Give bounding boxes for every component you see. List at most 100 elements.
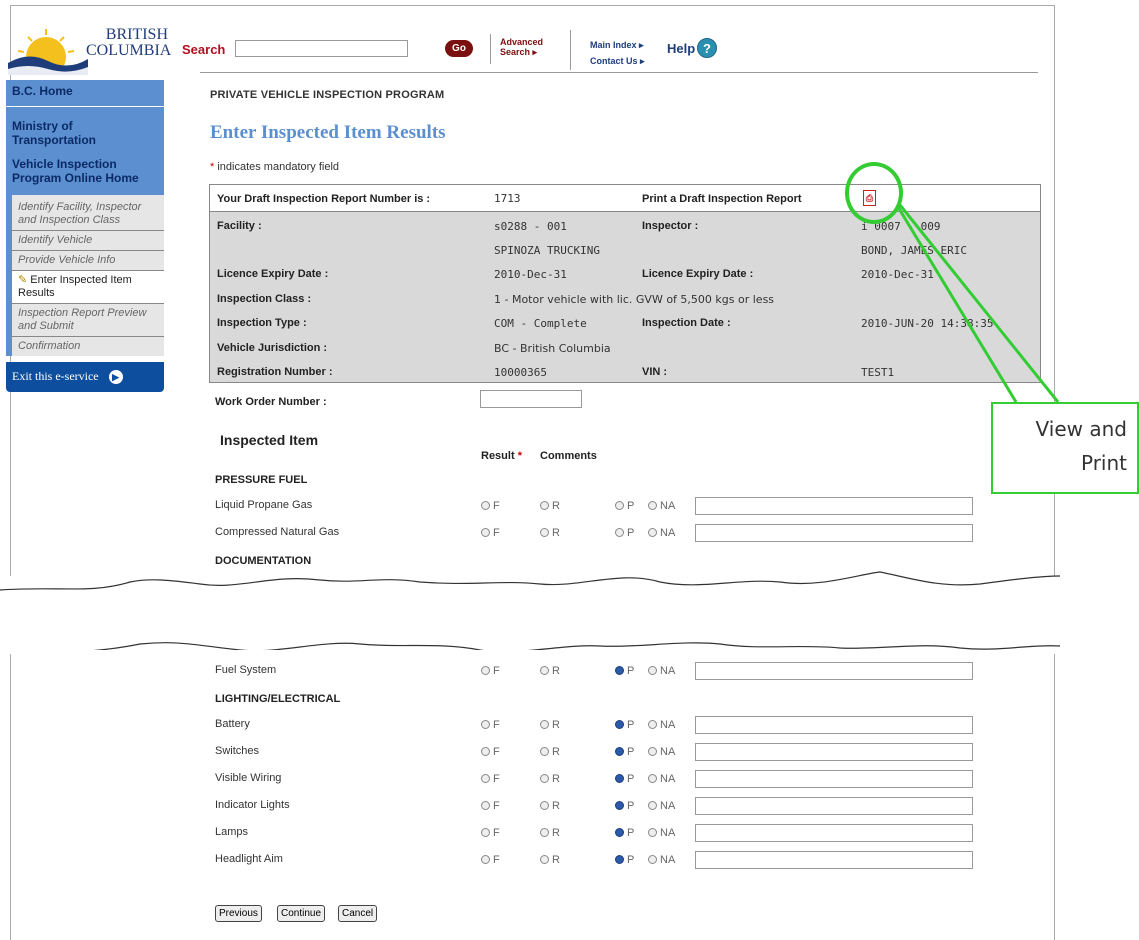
radio-dot-icon [481,801,490,810]
comment-input[interactable] [695,770,973,788]
result-radio-f[interactable]: F [481,746,500,758]
step-confirmation[interactable]: Confirmation [12,337,164,356]
result-radio-na[interactable]: NA [648,827,675,839]
radio-label: R [552,527,560,539]
result-radio-f[interactable]: F [481,527,500,539]
result-radio-r[interactable]: R [540,773,560,785]
result-radio-na[interactable]: NA [648,500,675,512]
exit-label: Exit this e-service [12,369,99,383]
inspection-item-row: Compressed Natural Gas F R P NA [215,523,985,543]
advanced-search-link[interactable]: Advanced Search ▸ [500,37,543,57]
inspection-item-row: Lamps F R P NA [215,823,985,843]
radio-label: F [493,527,500,539]
radio-label: P [627,500,635,512]
radio-label: F [493,665,500,677]
contact-us-link[interactable]: Contact Us ▸ [590,56,645,67]
result-radio-f[interactable]: F [481,500,500,512]
result-radio-f[interactable]: F [481,665,500,677]
continue-button[interactable]: Continue [277,905,326,922]
result-radio-r[interactable]: R [540,746,560,758]
result-radio-p[interactable]: P [615,854,634,866]
comment-input[interactable] [695,716,973,734]
step-provide-vehicle-info[interactable]: Provide Vehicle Info [12,251,164,271]
registration-value: 10000365 [494,366,547,379]
result-radio-na[interactable]: NA [648,719,675,731]
result-radio-r[interactable]: R [540,719,560,731]
radio-label: NA [660,527,676,539]
step-enter-inspected-items[interactable]: ✎ Enter Inspected Item Results [12,271,164,304]
page-title: Enter Inspected Item Results [210,122,446,143]
help-link[interactable]: Help [667,41,695,56]
result-radio-p[interactable]: P [615,500,634,512]
sun-mountain-logo-icon [8,29,88,77]
result-radio-f[interactable]: F [481,827,500,839]
result-radio-p[interactable]: P [615,773,634,785]
result-radio-p[interactable]: P [615,746,634,758]
sidebar-link-bc-home[interactable]: B.C. Home [6,80,164,107]
result-radio-na[interactable]: NA [648,746,675,758]
work-order-input[interactable] [480,390,582,408]
result-radio-f[interactable]: F [481,854,500,866]
comment-input[interactable] [695,851,973,869]
comment-input[interactable] [695,824,973,842]
comment-input[interactable] [695,662,973,680]
result-radio-p[interactable]: P [615,665,634,677]
result-radio-f[interactable]: F [481,719,500,731]
arrow-right-icon: ▶ [108,370,123,384]
jurisdiction-value: BC - British Columbia [494,342,611,355]
work-order-label: Work Order Number : [215,396,327,408]
result-radio-r[interactable]: R [540,500,560,512]
radio-dot-icon [615,855,624,864]
result-radio-p[interactable]: P [615,800,634,812]
inspection-item-row: Indicator Lights F R P NA [215,796,985,816]
radio-dot-icon [648,828,657,837]
facility-licence-value: 2010-Dec-31 [494,268,567,281]
search-input[interactable] [235,40,408,57]
facility-label: Facility : [217,220,262,232]
result-radio-r[interactable]: R [540,665,560,677]
result-radio-r[interactable]: R [540,854,560,866]
comment-input[interactable] [695,797,973,815]
inspection-item-label: Compressed Natural Gas [215,526,340,538]
report-number-label: Your Draft Inspection Report Number is : [217,193,431,205]
advanced-line2: Search ▸ [500,47,538,57]
comment-input[interactable] [695,524,973,542]
radio-label: R [552,800,560,812]
radio-dot-icon [648,720,657,729]
result-radio-r[interactable]: R [540,800,560,812]
result-radio-p[interactable]: P [615,527,634,539]
radio-dot-icon [648,666,657,675]
result-radio-na[interactable]: NA [648,854,675,866]
result-radio-na[interactable]: NA [648,800,675,812]
cancel-button[interactable]: Cancel [338,905,378,922]
step-identify-facility[interactable]: Identify Facility, Inspector and Inspect… [12,195,164,231]
comment-input[interactable] [695,743,973,761]
step-report-preview[interactable]: Inspection Report Preview and Submit [12,304,164,337]
radio-label: P [627,827,635,839]
result-radio-na[interactable]: NA [648,773,675,785]
result-radio-p[interactable]: P [615,827,634,839]
result-radio-r[interactable]: R [540,527,560,539]
result-radio-f[interactable]: F [481,800,500,812]
exit-eservice-button[interactable]: Exit this e-service ▶ [6,362,164,392]
callout-line2: Print [1080,451,1127,475]
radio-dot-icon [481,747,490,756]
previous-button[interactable]: Previous [215,905,262,922]
sidebar-link-ministry[interactable]: Ministry of Transportation [6,107,164,155]
radio-dot-icon [540,774,549,783]
go-button[interactable]: Go [445,40,473,57]
result-radio-f[interactable]: F [481,773,500,785]
comment-input[interactable] [695,497,973,515]
result-radio-p[interactable]: P [615,719,634,731]
result-radio-na[interactable]: NA [648,665,675,677]
search-label: Search [182,42,226,57]
result-radio-na[interactable]: NA [648,527,675,539]
sidebar-link-vip-home[interactable]: Vehicle Inspection Program Online Home [6,155,164,195]
help-icon[interactable]: ? [697,38,717,58]
radio-label: F [493,719,500,731]
result-radio-r[interactable]: R [540,827,560,839]
bc-logo[interactable]: BRITISH COLUMBIA [8,25,171,77]
step-identify-vehicle[interactable]: Identify Vehicle [12,231,164,251]
main-index-link[interactable]: Main Index ▸ [590,40,644,51]
facility-licence-label: Licence Expiry Date : [217,268,329,280]
